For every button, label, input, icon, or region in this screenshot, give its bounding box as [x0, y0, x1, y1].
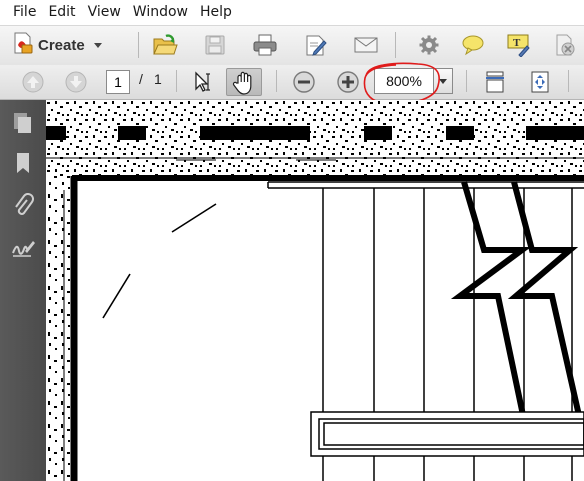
save-button[interactable] [200, 31, 230, 59]
edit-button[interactable] [301, 31, 331, 59]
signatures-panel-button[interactable] [10, 235, 36, 261]
toolbar-separator [138, 32, 139, 58]
highlight-icon: T [507, 34, 530, 57]
previous-page-button[interactable] [18, 68, 48, 96]
comment-button[interactable] [458, 31, 488, 59]
pages-panel-button[interactable] [10, 110, 36, 136]
delete-icon [556, 34, 575, 56]
create-icon [12, 31, 34, 59]
toolbar-separator [466, 70, 467, 92]
menu-edit[interactable]: Edit [42, 0, 81, 25]
comment-icon [462, 35, 484, 56]
cursor-select-icon [195, 71, 210, 92]
menu-bar: File Edit View Window Help [0, 0, 584, 25]
page-total: 1 [154, 71, 162, 87]
email-icon [354, 37, 378, 53]
gear-icon [419, 35, 439, 55]
fit-page-button[interactable] [480, 68, 510, 96]
hand-icon [232, 71, 252, 95]
create-dropdown-icon[interactable] [93, 42, 102, 48]
settings-button[interactable] [414, 31, 444, 59]
bookmarks-panel-button[interactable] [10, 150, 36, 176]
arrow-down-icon [65, 71, 87, 93]
document-view[interactable] [46, 100, 584, 481]
print-button[interactable] [250, 31, 280, 59]
menu-file[interactable]: File [0, 0, 42, 25]
menu-view[interactable]: View [82, 0, 127, 25]
attachment-icon [15, 193, 34, 215]
page-number-input[interactable]: 1 [106, 70, 130, 94]
page-separator: / [139, 71, 143, 87]
navigation-pane [0, 100, 46, 481]
minus-circle-icon [293, 71, 315, 93]
arrow-up-icon [22, 71, 44, 93]
highlight-button[interactable]: T [503, 31, 533, 59]
toolbar-separator [176, 70, 177, 92]
create-button[interactable]: Create [12, 30, 102, 60]
delete-button[interactable] [550, 31, 580, 59]
signature-icon [12, 241, 35, 257]
hand-tool-button[interactable] [226, 68, 262, 96]
email-button[interactable] [351, 31, 381, 59]
select-tool-button[interactable] [187, 68, 217, 96]
toolbar-separator [395, 32, 396, 58]
fit-page-icon [531, 71, 549, 93]
menu-help[interactable]: Help [194, 0, 238, 25]
create-label: Create [38, 36, 85, 54]
attachments-panel-button[interactable] [10, 193, 36, 219]
open-icon [153, 34, 178, 55]
zoom-out-button[interactable] [289, 68, 319, 96]
scroll-mode-icon [486, 71, 504, 93]
open-button[interactable] [150, 31, 180, 59]
next-page-button[interactable] [61, 68, 91, 96]
pages-icon [14, 113, 31, 133]
menu-window[interactable]: Window [127, 0, 194, 25]
bookmark-icon [17, 153, 29, 173]
print-icon [253, 34, 277, 56]
toolbar-separator [568, 70, 569, 92]
fit-width-button[interactable] [525, 68, 555, 96]
toolbar-separator [276, 70, 277, 92]
save-icon [205, 35, 225, 55]
edit-icon [306, 35, 327, 56]
document-drawing [46, 100, 584, 481]
svg-text:T: T [513, 37, 521, 49]
